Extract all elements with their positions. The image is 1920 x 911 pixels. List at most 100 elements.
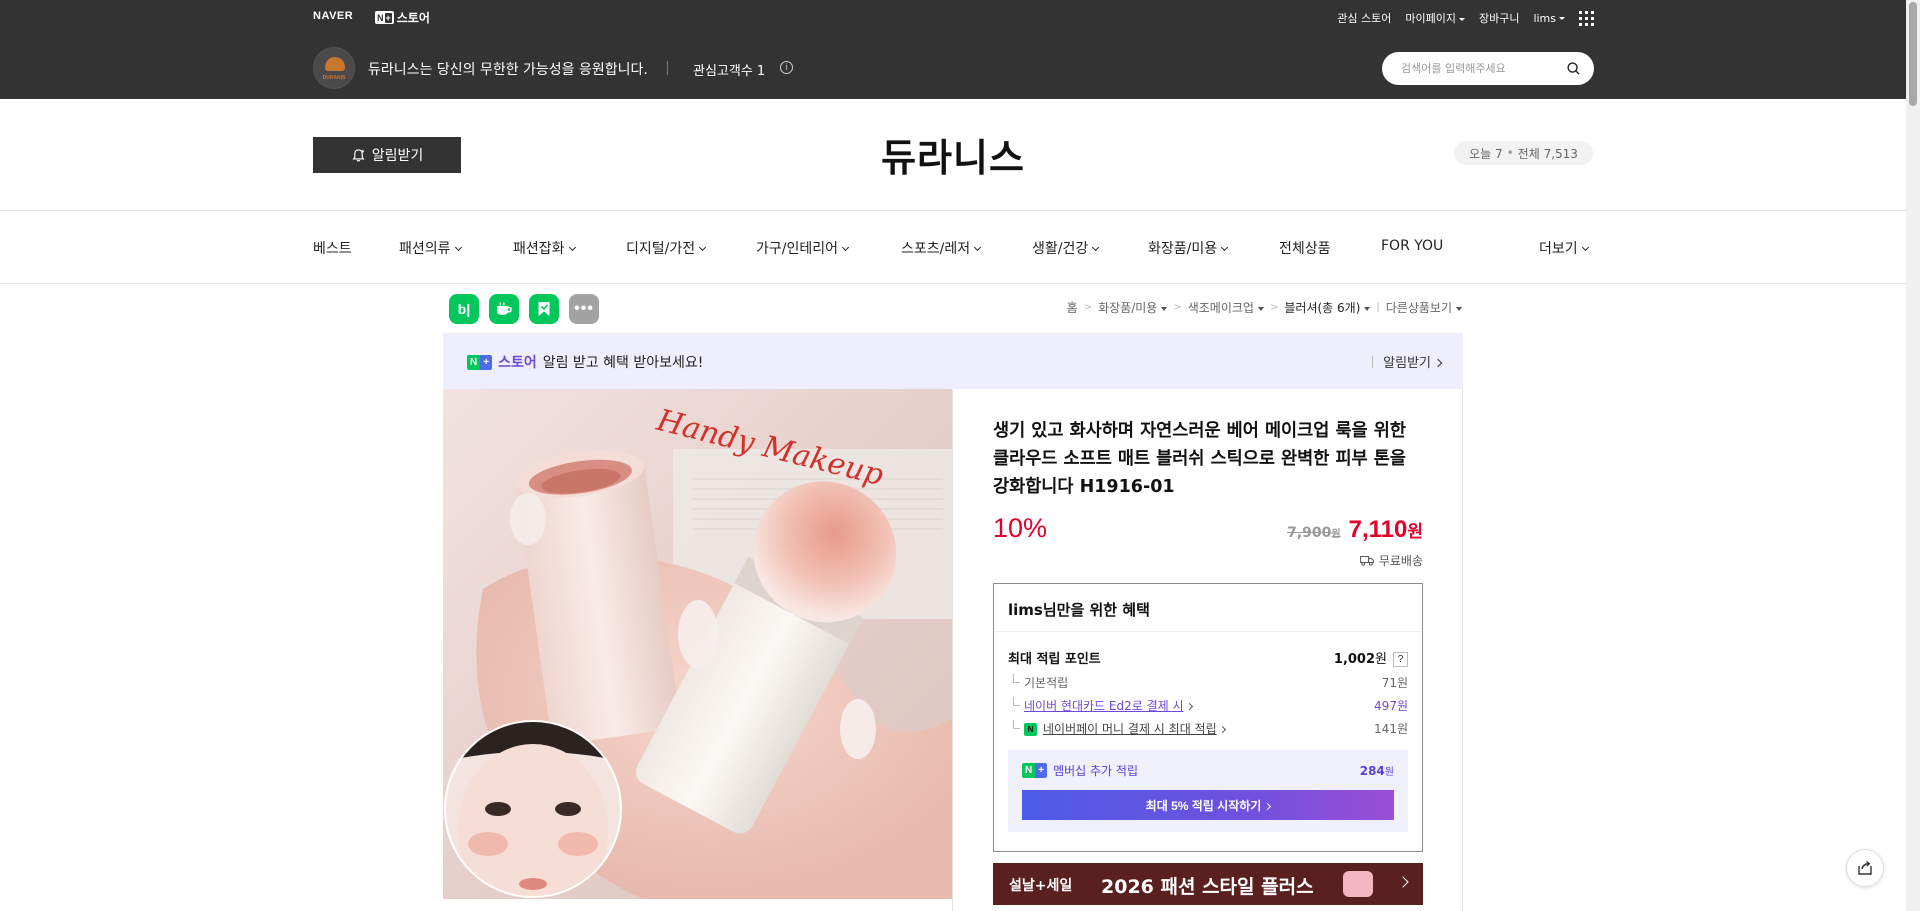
nplus-store-logo[interactable]: N + 스토어 [375, 9, 430, 26]
membership-row: N + 멤버십 추가 적립 284원 [1022, 762, 1394, 779]
global-nav: NAVER N + 스토어 관심 스토어 마이페이지 장바구니 lims [313, 8, 1594, 28]
scroll-thumb[interactable] [1909, 2, 1917, 106]
search-box [1382, 52, 1594, 85]
benefit-title: lims님만을 위한 혜택 [1008, 601, 1150, 619]
breadcrumb: 홈 > 화장품/미용 > 색조메이크업 > 블러셔(총 6개) | 다른상품보기 [1067, 299, 1462, 316]
mypage-menu[interactable]: 마이페이지 [1405, 10, 1465, 26]
product-title: 생기 있고 화사하며 자연스러운 베어 메이크업 룩을 위한 클라우드 소프트 … [993, 421, 1406, 497]
max-point-value: 1,002원? [1334, 648, 1408, 667]
store-info-row: DURANIS 듀라니스는 당신의 무한한 가능성을 응원합니다. 관심고객수 … [313, 47, 1594, 89]
notification-subscribe-link[interactable]: 알림받기 [1383, 352, 1441, 371]
discount-rate: 10% [993, 513, 1048, 543]
category-nav: 베스트 패션의류 패션잡화 디지털/가전 가구/인테리어 스포츠/레저 생활/건… [0, 212, 1906, 284]
promo-thumbnail [1343, 871, 1373, 897]
help-icon[interactable]: ? [1393, 652, 1408, 667]
product-detail-panel: 생기 있고 화사하며 자연스러운 베어 메이크업 룩을 위한 클라우드 소프트 … [952, 389, 1463, 911]
npay-money-link[interactable]: 네이버페이 머니 결제 시 최대 적립 [1043, 722, 1225, 736]
avatar-text: DURANIS [322, 75, 346, 81]
max-point-row: 최대 적립 포인트 1,002원? [1008, 648, 1408, 667]
notification-banner[interactable]: N + 스토어 알림 받고 혜택 받아보세요! 알림받기 [443, 333, 1463, 389]
interest-store-link[interactable]: 관심 스토어 [1337, 10, 1391, 26]
original-price: 7,900원 [1287, 525, 1341, 541]
user-menu[interactable]: lims [1533, 12, 1565, 25]
divider [1372, 355, 1374, 368]
app-grid-icon[interactable] [1579, 10, 1594, 26]
nplus-store-label: 스토어 [396, 11, 430, 25]
breadcrumb-beauty[interactable]: 화장품/미용 [1098, 299, 1167, 316]
store-header: NAVER N + 스토어 관심 스토어 마이페이지 장바구니 lims DURA… [0, 0, 1906, 99]
share-cafe-button[interactable] [489, 294, 519, 324]
npay-point-value: 141원 [1374, 722, 1408, 736]
category-digital[interactable]: 디지털/가전 [626, 238, 705, 258]
visitor-count-badge: 오늘 7 • 전체 7,513 [1454, 141, 1593, 165]
info-icon[interactable]: i [780, 61, 793, 74]
divider [667, 61, 668, 75]
basic-point-value: 71원 [1381, 676, 1408, 690]
search-input[interactable] [1401, 52, 1551, 85]
notification-text: 알림 받고 혜택 받아보세요! [542, 355, 704, 371]
scrollbar[interactable] [1906, 0, 1920, 911]
cafe-cup-icon [497, 302, 512, 315]
promo-banner[interactable]: 설날+세일 2026 패션 스타일 플러스 [993, 863, 1423, 905]
naver-logo[interactable]: NAVER [313, 10, 353, 22]
nplus-badge: N + [1022, 763, 1048, 778]
promo-text: 2026 패션 스타일 플러스 [1101, 876, 1314, 898]
breadcrumb-color-makeup[interactable]: 색조메이크업 [1188, 299, 1264, 316]
share-icon [1858, 860, 1872, 875]
category-furniture[interactable]: 가구/인테리어 [756, 238, 848, 258]
delivery-info: 무료배송 [1359, 552, 1423, 569]
breadcrumb-home[interactable]: 홈 [1067, 299, 1078, 316]
product-main-image[interactable]: Handy Makeup [443, 389, 952, 899]
visitors-today: 오늘 7 [1469, 146, 1503, 161]
truck-icon [1359, 556, 1374, 566]
interest-customer-count: 관심고객수 1 [693, 64, 766, 79]
category-sports[interactable]: 스포츠/레저 [901, 238, 980, 258]
category-more[interactable]: 더보기 [1539, 238, 1588, 258]
membership-start-button[interactable]: 최대 5% 적립 시작하기 [1022, 790, 1394, 820]
elephant-icon [325, 57, 345, 71]
sale-price: 7,110원 [1348, 516, 1423, 543]
breadcrumb-bar: | [1376, 302, 1380, 313]
card-point-row: 네이버 현대카드 Ed2로 결제 시 497원 [1008, 697, 1408, 714]
breadcrumb-separator: > [1083, 302, 1093, 313]
share-buttons: b| ••• [449, 294, 599, 324]
nplus-badge: N + [467, 354, 493, 370]
bookmark-icon [538, 302, 550, 316]
membership-label: 멤버십 추가 적립 [1053, 764, 1138, 778]
floating-share-button[interactable] [1846, 849, 1884, 887]
store-title[interactable]: 듀라니스 [0, 127, 1906, 182]
store-slogan: 듀라니스는 당신의 무한한 가능성을 응원합니다. [368, 62, 648, 78]
chevron-right-icon [1397, 876, 1409, 888]
category-best[interactable]: 베스트 [313, 238, 352, 258]
nplus-badge: N + [375, 11, 394, 24]
category-all-products[interactable]: 전체상품 [1279, 238, 1331, 258]
benefit-box: lims님만을 위한 혜택 최대 적립 포인트 1,002원? 기본적립 71원… [993, 583, 1423, 852]
nplus-store-text: 스토어 [498, 355, 537, 371]
other-products-link[interactable]: 다른상품보기 [1386, 299, 1462, 316]
notification-message: N + 스토어 알림 받고 혜택 받아보세요! [467, 352, 703, 372]
category-fashion-accessories[interactable]: 패션잡화 [513, 238, 575, 258]
search-icon[interactable] [1567, 62, 1580, 75]
breadcrumb-separator: > [1269, 302, 1279, 313]
divider [994, 631, 1422, 632]
category-fashion-clothing[interactable]: 패션의류 [399, 238, 461, 258]
price-row: 7,900원 7,110원 [1287, 516, 1423, 544]
store-title-area: 알림받기 듀라니스 오늘 7 • 전체 7,513 [0, 99, 1906, 211]
visitors-total: 전체 7,513 [1517, 146, 1578, 161]
share-bookmark-button[interactable] [529, 294, 559, 324]
breadcrumb-blusher[interactable]: 블러셔(총 6개) [1284, 299, 1370, 316]
max-point-label: 최대 적립 포인트 [1008, 652, 1101, 667]
breadcrumb-separator: > [1173, 302, 1182, 313]
share-blog-button[interactable]: b| [449, 294, 479, 324]
category-living-health[interactable]: 생활/건강 [1032, 238, 1098, 258]
npay-point-row: N 네이버페이 머니 결제 시 최대 적립 141원 [1008, 720, 1408, 737]
gnb-links: 관심 스토어 마이페이지 장바구니 lims [1337, 8, 1594, 28]
hyundai-card-link[interactable]: 네이버 현대카드 Ed2로 결제 시 [1024, 699, 1192, 713]
share-more-button[interactable]: ••• [569, 294, 599, 324]
category-for-you[interactable]: FOR YOU [1381, 238, 1443, 254]
basic-point-label: 기본적립 [1008, 674, 1068, 691]
category-beauty[interactable]: 화장품/미용 [1148, 238, 1227, 258]
store-logo-avatar[interactable]: DURANIS [313, 47, 355, 89]
membership-box: N + 멤버십 추가 적립 284원 최대 5% 적립 시작하기 [1008, 750, 1408, 832]
cart-link[interactable]: 장바구니 [1479, 10, 1519, 26]
